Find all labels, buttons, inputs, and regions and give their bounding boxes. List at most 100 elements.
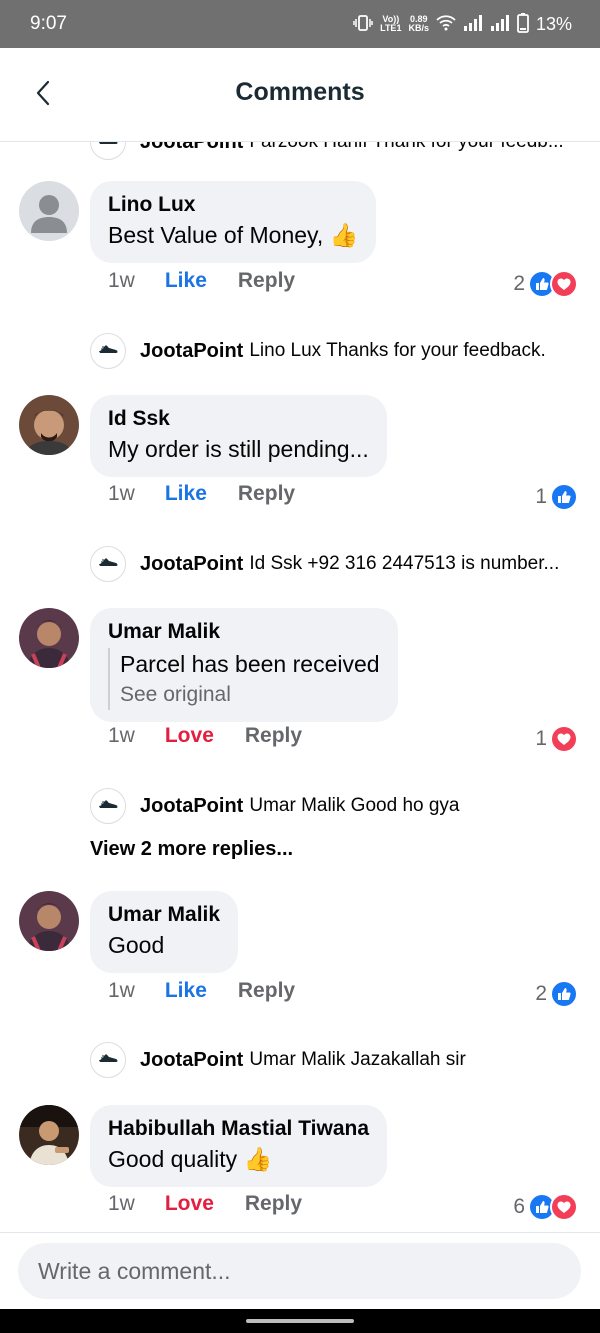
comment-bubble[interactable]: Habibullah Mastial Tiwana Good quality 👍 <box>90 1105 388 1187</box>
heart-icon <box>550 270 578 298</box>
comment-bubble[interactable]: Umar Malik Parcel has been received See … <box>90 608 398 722</box>
see-original-link[interactable]: See original <box>120 680 380 710</box>
comment-time: 1w <box>108 482 135 505</box>
thumbs-up-icon <box>550 980 578 1008</box>
comment-actions: 1w Love Reply <box>108 1192 302 1216</box>
page-reply[interactable]: JootaPoint Id Ssk +92 316 2447513 is num… <box>90 546 559 582</box>
network-speed: 0.89 KB/s <box>408 14 429 33</box>
wifi-icon <box>436 14 456 34</box>
reaction-count: 6 <box>513 1195 525 1218</box>
shoe-logo-icon <box>97 1051 119 1070</box>
signal-icon-2 <box>490 14 510 34</box>
reply-button[interactable]: Reply <box>238 269 295 293</box>
page-name[interactable]: JootaPoint <box>140 795 243 818</box>
shoe-logo-icon <box>97 555 119 574</box>
reply-button[interactable]: Reply <box>245 1192 302 1216</box>
like-button[interactable]: Like <box>165 269 207 293</box>
comment-author[interactable]: Habibullah Mastial Tiwana <box>108 1115 369 1143</box>
comments-feed[interactable]: JootaPoint Farzook Hanif Thank for your … <box>0 142 600 1232</box>
comment-bubble[interactable]: Lino Lux Best Value of Money, 👍 <box>90 181 377 263</box>
avatar[interactable] <box>19 891 79 951</box>
page-reply[interactable]: JootaPoint Umar Malik Good ho gya <box>90 788 460 824</box>
signal-icon-1 <box>463 14 483 34</box>
battery-percentage: 13% <box>535 13 572 34</box>
home-gesture-handle[interactable] <box>246 1319 354 1323</box>
page-reply-text: Lino Lux Thanks for your feedback. <box>249 340 546 361</box>
status-icons: Vo)) LTE1 0.89 KB/s 13% <box>353 10 572 38</box>
comment-actions: 1w Like Reply <box>108 979 295 1003</box>
page-reply-text: Umar Malik Good ho gya <box>249 795 460 816</box>
comment-bubble[interactable]: Id Ssk My order is still pending... <box>90 395 387 477</box>
reaction-summary[interactable]: 2 <box>513 270 578 298</box>
battery-icon <box>517 12 529 36</box>
comment-bubble[interactable]: Umar Malik Good <box>90 891 239 973</box>
vibrate-icon <box>353 14 373 34</box>
header: Comments <box>0 48 600 142</box>
reply-button[interactable]: Reply <box>238 979 295 1003</box>
love-button[interactable]: Love <box>165 724 214 748</box>
page-reply[interactable]: JootaPoint Lino Lux Thanks for your feed… <box>90 333 546 369</box>
page-name[interactable]: JootaPoint <box>140 340 243 363</box>
comment-text: Good <box>108 932 165 958</box>
thumbs-up-icon <box>550 483 578 511</box>
page-name[interactable]: JootaPoint <box>140 142 243 154</box>
comment-actions: 1w Like Reply <box>108 482 295 506</box>
reaction-summary[interactable]: 1 <box>535 483 578 511</box>
shoe-logo-icon <box>97 342 119 361</box>
comment-time: 1w <box>108 979 135 1002</box>
page-avatar[interactable] <box>90 546 126 582</box>
page-reply-text: Farzook Hanif Thank for your feedb... <box>249 142 563 153</box>
reaction-count: 2 <box>535 982 547 1005</box>
comment-actions: 1w Like Reply <box>108 269 295 293</box>
avatar[interactable] <box>19 1105 79 1165</box>
avatar[interactable] <box>19 181 79 241</box>
page-reply-truncated[interactable]: JootaPoint Farzook Hanif Thank for your … <box>90 142 564 160</box>
reaction-summary[interactable]: 6 <box>513 1193 578 1221</box>
shoe-logo-icon <box>97 797 119 816</box>
reaction-count: 2 <box>513 272 525 295</box>
comment-author[interactable]: Umar Malik <box>108 901 220 929</box>
page-reply[interactable]: JootaPoint Umar Malik Jazakallah sir <box>90 1042 466 1078</box>
page-title: Comments <box>235 78 365 106</box>
comment-time: 1w <box>108 269 135 292</box>
comment-author[interactable]: Umar Malik <box>108 618 380 646</box>
comment-time: 1w <box>108 1192 135 1215</box>
comment-author[interactable]: Lino Lux <box>108 191 358 219</box>
comment-actions: 1w Love Reply <box>108 724 302 748</box>
network-type: Vo)) LTE1 <box>380 14 402 33</box>
avatar[interactable] <box>19 608 79 668</box>
page-reply-text: Id Ssk +92 316 2447513 is number... <box>249 553 560 574</box>
reply-button[interactable]: Reply <box>245 724 302 748</box>
comment-input[interactable] <box>18 1243 581 1299</box>
status-bar: 9:07 Vo)) LTE1 0.89 KB/s 13% <box>0 0 600 48</box>
reply-button[interactable]: Reply <box>238 482 295 506</box>
page-avatar[interactable] <box>90 142 126 160</box>
page-avatar[interactable] <box>90 1042 126 1078</box>
system-navigation-bar <box>0 1309 600 1333</box>
reaction-summary[interactable]: 1 <box>535 725 578 753</box>
comment-author[interactable]: Id Ssk <box>108 405 369 433</box>
comment-text: Good quality 👍 <box>108 1146 273 1172</box>
reaction-count: 1 <box>535 727 547 750</box>
shoe-logo-icon <box>97 142 119 153</box>
reaction-count: 1 <box>535 485 547 508</box>
page-name[interactable]: JootaPoint <box>140 553 243 576</box>
comment-text: Parcel has been received <box>120 651 380 677</box>
reaction-summary[interactable]: 2 <box>535 980 578 1008</box>
translation-block: Parcel has been received See original <box>108 648 380 710</box>
avatar[interactable] <box>19 395 79 455</box>
heart-icon <box>550 725 578 753</box>
like-button[interactable]: Like <box>165 482 207 506</box>
status-time: 9:07 <box>30 13 67 34</box>
love-button[interactable]: Love <box>165 1192 214 1216</box>
comment-text: My order is still pending... <box>108 436 369 462</box>
heart-icon <box>550 1193 578 1221</box>
page-avatar[interactable] <box>90 333 126 369</box>
page-reply-text: Umar Malik Jazakallah sir <box>249 1049 466 1070</box>
view-more-replies-link[interactable]: View 2 more replies... <box>90 838 293 861</box>
like-button[interactable]: Like <box>165 979 207 1003</box>
comment-text: Best Value of Money, 👍 <box>108 222 359 248</box>
comment-time: 1w <box>108 724 135 747</box>
page-name[interactable]: JootaPoint <box>140 1049 243 1072</box>
page-avatar[interactable] <box>90 788 126 824</box>
